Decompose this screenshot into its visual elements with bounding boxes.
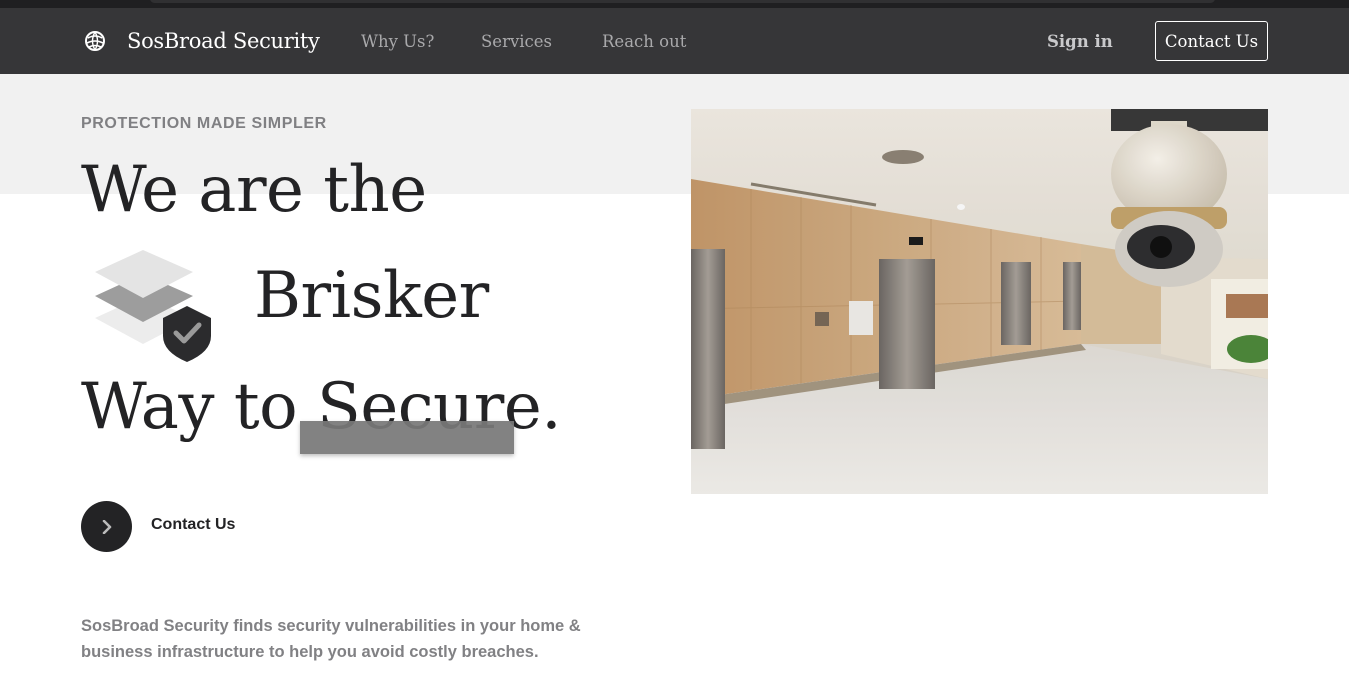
brand-name: SosBroad Security <box>127 29 320 53</box>
hero-photo-elevator-lobby-security-camera <box>691 109 1268 494</box>
browser-address-bar <box>150 0 1215 3</box>
sign-in-link[interactable]: Sign in <box>1047 8 1113 74</box>
brand[interactable]: SosBroad Security <box>84 8 320 74</box>
stacked-layers-shield-check-icon <box>95 250 211 362</box>
nav-link-services[interactable]: Services <box>481 8 552 74</box>
globe-logo-icon <box>85 31 105 51</box>
top-navbar: SosBroad Security Why Us? Services Reach… <box>0 8 1349 74</box>
redaction-overlay <box>300 421 514 454</box>
browser-top-strip <box>0 0 1349 8</box>
nav-link-reach-out[interactable]: Reach out <box>602 8 686 74</box>
cta-arrow-button[interactable] <box>81 501 132 552</box>
cta-contact-link[interactable]: Contact Us <box>151 516 235 534</box>
headline-line-2: Brisker <box>254 259 489 333</box>
chevron-right-icon <box>102 519 111 534</box>
hero-eyebrow: PROTECTION MADE SIMPLER <box>81 115 327 132</box>
headline-line-1: We are the <box>81 153 427 227</box>
nav-contact-button[interactable]: Contact Us <box>1155 21 1268 61</box>
nav-link-why-us[interactable]: Why Us? <box>361 8 434 74</box>
hero-description: SosBroad Security finds security vulnera… <box>81 617 581 661</box>
